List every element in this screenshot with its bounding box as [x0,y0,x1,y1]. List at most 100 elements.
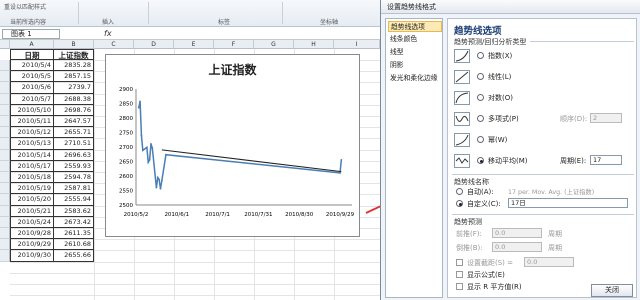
data-point[interactable] [151,147,154,149]
index-cell[interactable]: 2594.78 [54,172,94,184]
column-header-e[interactable]: E [174,40,214,49]
date-cell[interactable]: 2010/9/29 [10,239,54,251]
data-point[interactable] [148,158,151,161]
chart-plot[interactable]: 2500 2550 2600 2650 2700 2750 2800 2850 2900 2010… [106,55,359,236]
row-header[interactable] [0,127,10,139]
row-header[interactable] [0,205,10,217]
select-all-corner[interactable] [0,40,10,49]
custom-name-input[interactable]: 17日 [508,198,628,208]
radio-linear[interactable] [477,73,484,80]
date-cell[interactable]: 2010/5/24 [10,216,54,228]
backward-input[interactable]: 0.0 [492,242,542,252]
radio-auto-name[interactable] [456,188,463,195]
index-cell[interactable]: 2587.81 [54,183,94,195]
column-header-c[interactable]: C [94,40,134,49]
data-point[interactable] [155,186,158,189]
show-r2-checkbox[interactable] [456,283,463,290]
column-header-d[interactable]: D [134,40,174,49]
data-point[interactable] [165,153,167,156]
row-header[interactable] [0,93,10,105]
date-cell[interactable]: 2010/5/17 [10,160,54,172]
radio-moving-average[interactable] [477,157,484,164]
date-cell[interactable]: 2010/5/20 [10,194,54,206]
date-cell[interactable]: 2010/5/7 [10,93,54,105]
nav-shadow[interactable]: 阴影 [388,60,442,71]
data-point[interactable] [340,158,343,161]
nav-line-style[interactable]: 线型 [388,47,442,58]
nav-glow-soft-edges[interactable]: 发光和柔化边缘 [388,73,442,84]
row-header[interactable] [0,239,10,251]
radio-logarithmic[interactable] [477,94,484,101]
index-cell[interactable]: 2688.38 [54,93,94,105]
header-date-cell[interactable]: 日期 [10,49,54,60]
data-point[interactable] [145,146,148,149]
date-cell[interactable]: 2010/5/6 [10,82,54,94]
row-header[interactable] [0,71,10,83]
index-cell[interactable]: 2655.66 [54,250,94,262]
index-cell[interactable]: 2857.15 [54,71,94,83]
row-header[interactable] [0,216,10,228]
date-cell[interactable]: 2010/5/10 [10,104,54,116]
moving-average-trendline[interactable] [161,149,342,173]
radio-power[interactable] [477,136,484,143]
data-point[interactable] [137,106,140,109]
close-button[interactable]: 关闭 [591,284,633,297]
data-point[interactable] [150,143,152,145]
column-header-b[interactable]: B [54,40,94,49]
date-cell[interactable]: 2010/5/11 [10,116,54,128]
name-box[interactable]: 图表 1 [2,29,60,39]
series-line[interactable] [137,101,343,189]
row-header[interactable] [0,194,10,206]
column-header-h[interactable]: H [294,40,334,49]
row-header[interactable] [0,228,10,240]
column-header-i[interactable]: I [334,40,380,49]
index-cell[interactable]: 2555.94 [54,194,94,206]
column-header-a[interactable]: A [10,40,54,49]
date-cell[interactable]: 2010/9/28 [10,228,54,240]
intercept-input[interactable]: 0.0 [524,257,574,267]
data-point[interactable] [339,172,341,174]
data-point[interactable] [159,187,162,190]
index-cell[interactable]: 2673.42 [54,216,94,228]
date-cell[interactable]: 2010/5/19 [10,183,54,195]
index-cell[interactable]: 2739.7 [54,82,94,94]
data-point[interactable] [147,161,150,164]
date-cell[interactable]: 2010/9/30 [10,250,54,262]
fx-icon[interactable]: fx [104,29,112,39]
period-spinner[interactable]: 17 [590,155,622,165]
data-point[interactable] [139,100,141,103]
data-point[interactable] [140,134,143,137]
row-header[interactable] [0,183,10,195]
row-header[interactable] [0,82,10,94]
index-cell[interactable]: 2583.62 [54,205,94,217]
data-point[interactable] [156,176,159,179]
chart-area[interactable]: 上证指数 2500 2550 2600 2650 2700 2750 2800 2850 290… [105,54,360,237]
index-cell[interactable]: 2610.68 [54,239,94,251]
date-cell[interactable]: 2010/5/14 [10,149,54,161]
date-cell[interactable]: 2010/5/12 [10,127,54,139]
data-point[interactable] [158,178,161,181]
radio-custom-name[interactable] [456,200,463,207]
ribbon-reset-style-button[interactable]: 重设以匹配样式 [4,2,46,11]
index-cell[interactable]: 2696.63 [54,149,94,161]
index-cell[interactable]: 2835.28 [54,60,94,72]
row-header[interactable] [0,116,10,128]
row-header[interactable] [0,250,10,262]
index-cell[interactable]: 2698.76 [54,104,94,116]
row-header[interactable] [0,149,10,161]
header-index-cell[interactable]: 上证指数 [54,49,94,60]
intercept-checkbox[interactable] [456,259,463,266]
index-cell[interactable]: 2559.93 [54,160,94,172]
date-cell[interactable]: 2010/5/13 [10,138,54,150]
row-header[interactable] [0,138,10,150]
index-cell[interactable]: 2647.57 [54,116,94,128]
row-header[interactable] [0,104,10,116]
order-spinner[interactable]: 2 [590,113,622,123]
column-header-f[interactable]: F [214,40,254,49]
date-cell[interactable]: 2010/5/21 [10,205,54,217]
row-header[interactable] [0,172,10,184]
date-cell[interactable]: 2010/5/18 [10,172,54,184]
radio-polynomial[interactable] [477,115,484,122]
date-cell[interactable]: 2010/5/5 [10,71,54,83]
show-equation-checkbox[interactable] [456,271,463,278]
